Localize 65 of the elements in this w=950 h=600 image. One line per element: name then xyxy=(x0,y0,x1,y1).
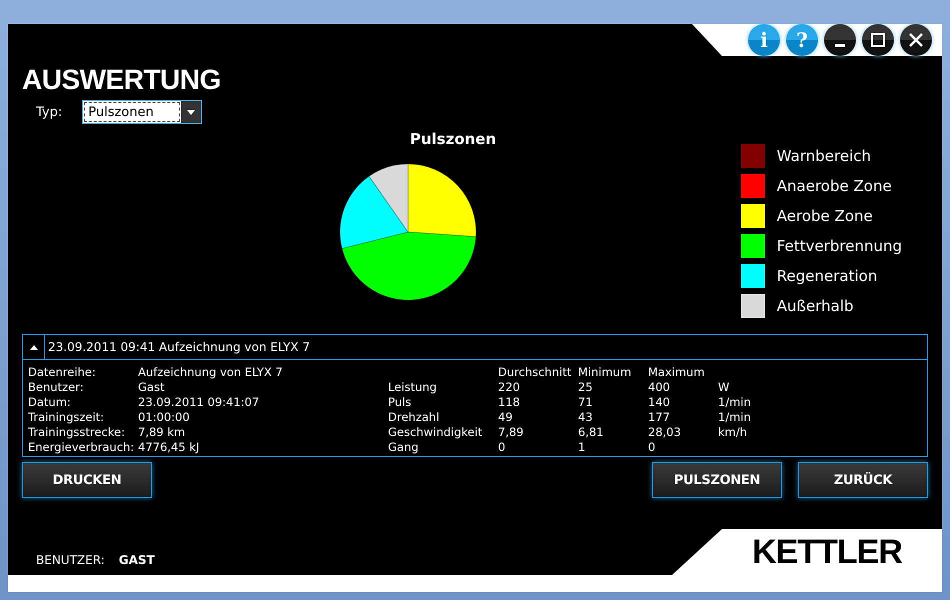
info-button[interactable]: i xyxy=(748,24,780,56)
stat-name: Leistung xyxy=(388,380,438,394)
column-header: Durchschnitt xyxy=(498,365,572,379)
stat-name: Puls xyxy=(388,395,412,409)
column-header: Maximum xyxy=(648,365,706,379)
record-title: 23.09.2011 09:41 Aufzeichnung von ELYX 7 xyxy=(48,340,310,354)
maximize-button[interactable] xyxy=(862,24,894,56)
info-value: Aufzeichnung von ELYX 7 xyxy=(138,365,284,379)
action-button[interactable]: DRUCKEN xyxy=(22,462,152,498)
table-cell-text: 1 xyxy=(578,440,586,454)
table-cell-text: 0 xyxy=(648,440,656,454)
info-value: 01:00:00 xyxy=(138,410,191,424)
type-dropdown[interactable]: Pulszonen xyxy=(82,100,202,124)
table-cell-text: 25 xyxy=(578,380,594,394)
minimize-button[interactable] xyxy=(824,24,856,56)
table-cell-text: 0 xyxy=(498,440,506,454)
chart-title: Pulszonen xyxy=(410,130,496,148)
table-cell-text: 177 xyxy=(648,410,671,424)
table-cell-text: 71 xyxy=(578,395,594,409)
info-label: Trainingszeit: xyxy=(28,410,106,424)
legend-label: Anaerobe Zone xyxy=(776,177,892,195)
page-title: AUSWERTUNG xyxy=(22,64,222,96)
legend-label: Aerobe Zone xyxy=(776,207,873,225)
user-label: BENUTZER: xyxy=(36,553,105,567)
close-button[interactable] xyxy=(900,24,932,56)
stat-name: Drehzahl xyxy=(388,410,440,424)
table-cell-text: 118 xyxy=(498,395,521,409)
info-label: Energieverbrauch: xyxy=(28,440,136,454)
caret-icon xyxy=(30,344,38,350)
stat-name: Gang xyxy=(388,440,420,454)
maximize-icon xyxy=(870,32,886,48)
table-cell-text: 6,81 xyxy=(578,425,605,439)
table-cell-text: 7,89 xyxy=(498,425,525,439)
table-cell-text: 220 xyxy=(498,380,521,394)
info-label: Datum: xyxy=(28,395,72,409)
legend-label: Außerhalb xyxy=(776,297,854,315)
brand-logo: KETTLER xyxy=(752,532,902,572)
legend-label: Fettverbrennung xyxy=(776,237,902,255)
legend-label: Warnbereich xyxy=(776,147,871,165)
legend-label: Regeneration xyxy=(776,267,878,285)
table-cell-text: 140 xyxy=(648,395,671,409)
info-value: 4776,45 kJ xyxy=(138,440,200,454)
info-value: 7,89 km xyxy=(138,425,186,439)
table-cell-text: 49 xyxy=(498,410,514,424)
table-cell-text: 28,03 xyxy=(648,425,682,439)
action-button[interactable]: ZURÜCK xyxy=(798,462,928,498)
user-name: GAST xyxy=(118,553,155,567)
unit-label: 1/min xyxy=(718,395,752,409)
table-cell-text: 400 xyxy=(648,380,671,394)
column-header: Minimum xyxy=(578,365,632,379)
type-label: Typ: xyxy=(36,104,62,120)
info-label: Datenreihe: xyxy=(28,365,97,379)
info-value: 23.09.2011 09:41:07 xyxy=(138,395,260,409)
action-button[interactable]: PULSZONEN xyxy=(652,462,782,498)
close-icon xyxy=(908,32,924,48)
unit-label: W xyxy=(718,380,730,394)
info-label: Benutzer: xyxy=(28,380,85,394)
minimize-icon xyxy=(835,44,845,46)
dropdown-arrow-icon xyxy=(187,110,196,114)
stat-name: Geschwindigkeit xyxy=(388,425,484,439)
table-cell-text: 43 xyxy=(578,410,594,424)
info-label: Trainingsstrecke: xyxy=(28,425,126,439)
unit-label: 1/min xyxy=(718,410,752,424)
info-value: Gast xyxy=(138,380,166,394)
unit-label: km/h xyxy=(718,425,748,439)
